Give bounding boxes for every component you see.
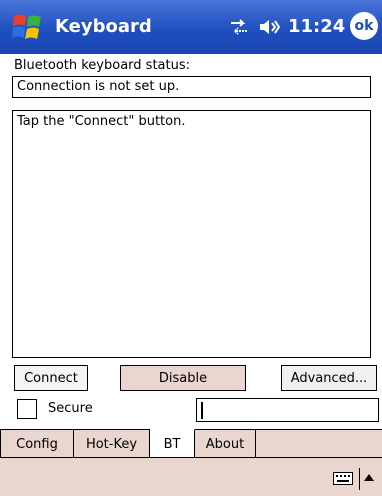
advanced-button[interactable]: Advanced... — [281, 365, 377, 391]
tab-strip: Config Hot-Key BT About — [0, 429, 382, 458]
message-area: Tap the "Connect" button. — [12, 110, 371, 358]
up-arrow-icon[interactable] — [364, 474, 374, 481]
tab-hot-key[interactable]: Hot-Key — [74, 430, 150, 458]
title-bar: Keyboard 11:24 ok — [0, 0, 382, 54]
secure-checkbox[interactable] — [17, 399, 37, 419]
ok-button[interactable]: ok — [350, 12, 378, 40]
menu-bar — [0, 457, 382, 496]
secure-label[interactable]: Secure — [48, 401, 93, 416]
speaker-icon[interactable] — [258, 16, 281, 38]
disable-button[interactable]: Disable — [120, 365, 246, 391]
tab-bt[interactable]: BT — [150, 429, 195, 458]
clock[interactable]: 11:24 — [288, 16, 345, 37]
tab-config[interactable]: Config — [0, 430, 74, 458]
connectivity-arrows-icon[interactable] — [228, 16, 250, 38]
status-field: Connection is not set up. — [12, 76, 371, 98]
text-caret — [201, 402, 203, 419]
text-input[interactable] — [196, 398, 379, 422]
tab-about[interactable]: About — [195, 430, 256, 458]
windows-flag-icon[interactable] — [10, 10, 44, 44]
app-title: Keyboard — [55, 16, 152, 37]
connect-button[interactable]: Connect — [14, 365, 88, 391]
sip-divider — [359, 468, 360, 490]
status-label: Bluetooth keyboard status: — [14, 58, 190, 73]
keyboard-icon[interactable] — [333, 472, 353, 485]
